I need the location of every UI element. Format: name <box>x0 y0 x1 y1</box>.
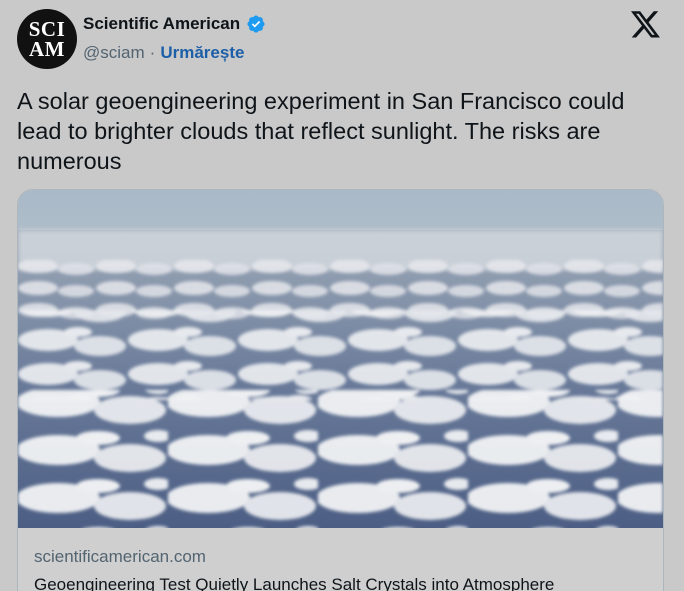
avatar-text-sci: SCI <box>28 17 66 41</box>
author-display-name[interactable]: Scientific American <box>83 14 240 34</box>
link-preview-card[interactable]: scientificamerican.com Geoengineering Te… <box>17 189 664 591</box>
verified-badge-icon <box>247 15 265 33</box>
separator-dot: · <box>149 43 156 62</box>
x-logo-icon[interactable] <box>631 11 661 39</box>
author-name-row: Scientific American <box>83 14 266 34</box>
author-handle-row: @sciam · Urmărește <box>83 43 244 63</box>
card-title[interactable]: Geoengineering Test Quietly Launches Sal… <box>34 575 554 591</box>
tweet-card: SCI AM Scientific American @sciam · Urmă… <box>0 0 684 591</box>
author-handle[interactable]: @sciam <box>83 43 145 63</box>
tweet-text: A solar geoengineering experiment in San… <box>17 88 625 174</box>
avatar[interactable]: SCI AM <box>17 9 77 69</box>
follow-button[interactable]: Urmărește <box>160 43 244 63</box>
avatar-text-am: AM <box>29 37 65 61</box>
aerial-clouds-image[interactable] <box>18 190 663 528</box>
card-domain[interactable]: scientificamerican.com <box>34 547 206 567</box>
